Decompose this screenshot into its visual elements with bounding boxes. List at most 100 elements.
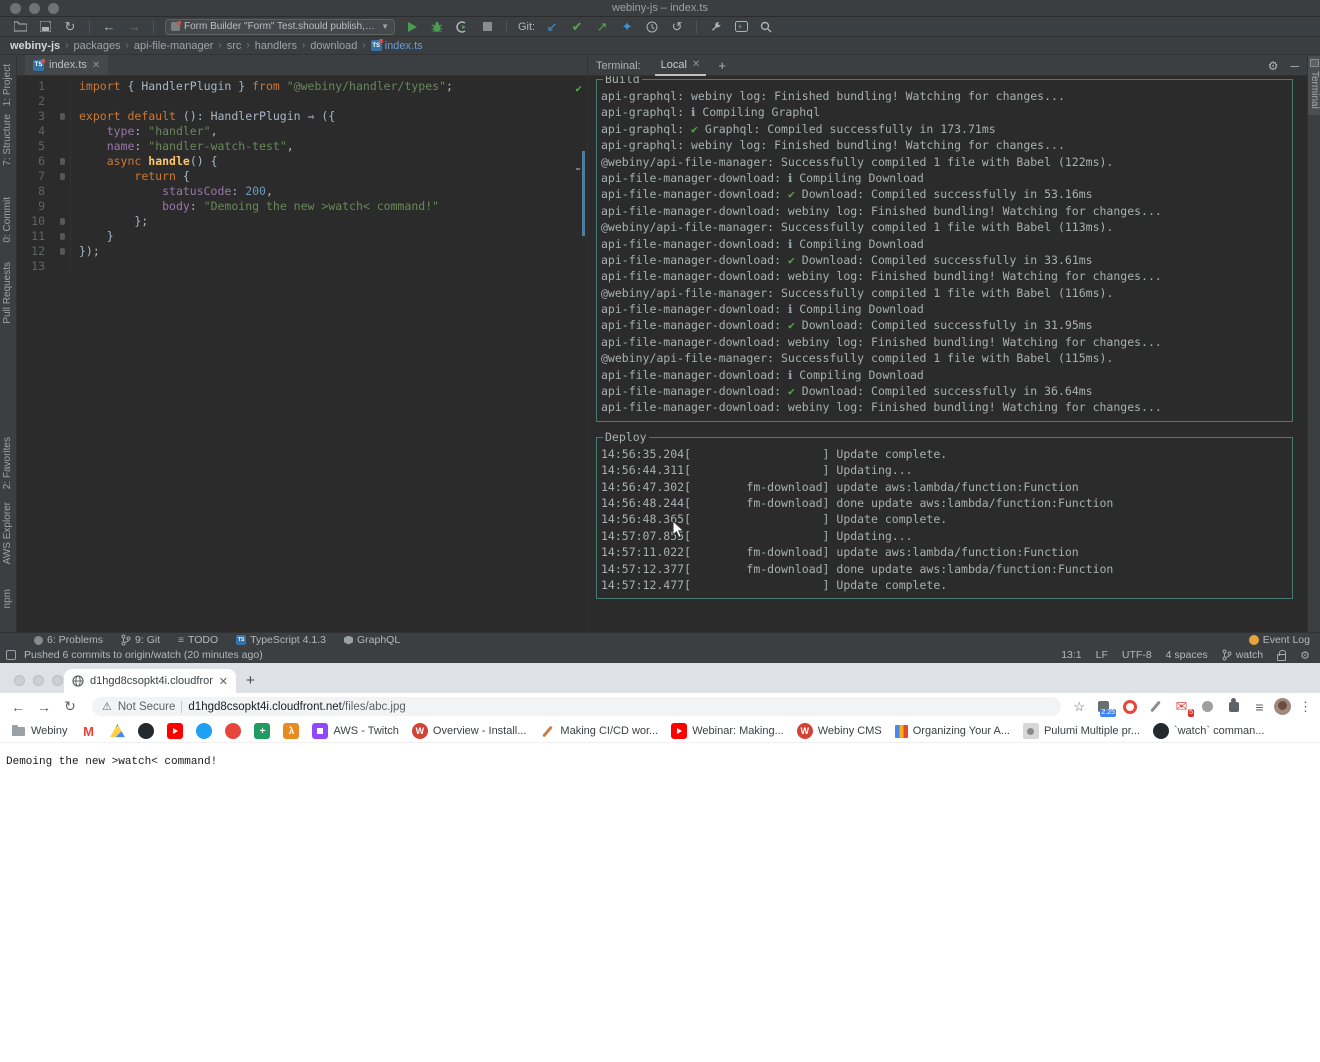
- save-icon[interactable]: [37, 19, 53, 35]
- bookmark-item[interactable]: [167, 723, 183, 739]
- stripe-item-todo[interactable]: ≡ TODO: [178, 634, 218, 646]
- breadcrumb-item[interactable]: handlers: [255, 40, 297, 52]
- bookmark-item[interactable]: AWS - Twitch: [312, 723, 398, 739]
- breadcrumb-item[interactable]: webiny-js: [10, 40, 60, 52]
- caret-position[interactable]: 13:1: [1061, 649, 1081, 661]
- bookmark-item[interactable]: M: [80, 723, 96, 739]
- adblock-extension-icon[interactable]: [1121, 698, 1138, 715]
- search-icon[interactable]: [758, 19, 774, 35]
- breadcrumb-item[interactable]: packages: [73, 40, 120, 52]
- breadcrumb-item[interactable]: src: [227, 40, 242, 52]
- color-picker-extension-icon[interactable]: [1147, 698, 1164, 715]
- mail-checker-extension-icon[interactable]: 5: [1173, 698, 1190, 715]
- stripe-item--structure[interactable]: 7: Structure: [2, 114, 13, 166]
- bookmark-item[interactable]: Organizing Your A...: [895, 725, 1010, 738]
- stop-button[interactable]: [479, 19, 495, 35]
- bookmark-item[interactable]: Webinar: Making...: [671, 723, 784, 739]
- stripe-item-graphql[interactable]: GraphQL: [344, 634, 400, 646]
- undo-icon[interactable]: ↺: [669, 19, 685, 35]
- bookmark-item[interactable]: +: [254, 723, 270, 739]
- bookmark-item[interactable]: [109, 723, 125, 739]
- stripe-item-typescript[interactable]: TS TypeScript 4.1.3: [236, 634, 326, 646]
- breadcrumb-item[interactable]: download: [310, 40, 357, 52]
- bookmark-item[interactable]: λ: [283, 723, 299, 739]
- terminal-settings-icon[interactable]: ⚙: [1268, 59, 1279, 73]
- lock-icon[interactable]: [1277, 654, 1286, 661]
- git-branch-widget[interactable]: watch: [1222, 649, 1263, 661]
- stripe-item-problems[interactable]: 6: Problems: [34, 634, 103, 646]
- reader-mode-icon[interactable]: [6, 650, 16, 660]
- bookmark-item[interactable]: WWebiny CMS: [797, 723, 882, 739]
- breadcrumb-item[interactable]: api-file-manager: [134, 40, 213, 52]
- tab-list-extension-icon[interactable]: [1251, 698, 1268, 715]
- bookmark-item[interactable]: Webiny: [10, 723, 67, 739]
- fold-marker[interactable]: [60, 233, 65, 240]
- back-icon[interactable]: ←: [101, 19, 117, 35]
- close-icon[interactable]: ✕: [219, 675, 228, 688]
- address-bar[interactable]: ⚠ Not Secure d1hgd8csopkt4i.cloudfront.n…: [92, 697, 1061, 716]
- reload-icon[interactable]: ↻: [60, 698, 80, 715]
- bookmark-item[interactable]: [196, 723, 212, 739]
- close-window-button[interactable]: [14, 675, 25, 686]
- minimize-window-button[interactable]: [33, 675, 44, 686]
- bookmark-item[interactable]: Making CI/CD wor...: [539, 723, 658, 739]
- fold-marker[interactable]: [60, 173, 65, 180]
- notes-extension-icon[interactable]: [1199, 698, 1216, 715]
- stripe-item-aws-explorer[interactable]: AWS Explorer: [2, 502, 13, 564]
- event-log-button[interactable]: Event Log: [1249, 634, 1310, 646]
- stripe-item--favorites[interactable]: 2: Favorites: [2, 437, 13, 489]
- puzzle-extension-icon[interactable]: [1225, 698, 1242, 715]
- forward-icon[interactable]: →: [34, 699, 54, 715]
- bookmark-item[interactable]: `watch` comman...: [1153, 723, 1264, 739]
- fold-marker[interactable]: [60, 158, 65, 165]
- forward-icon[interactable]: →: [126, 19, 142, 35]
- bookmark-item[interactable]: Pulumi Multiple pr...: [1023, 723, 1140, 739]
- fold-marker[interactable]: [60, 248, 65, 255]
- debug-button[interactable]: [429, 19, 445, 35]
- bookmark-item[interactable]: [225, 723, 241, 739]
- editor-scrollbar[interactable]: [582, 151, 585, 236]
- browser-tab[interactable]: d1hgd8csopkt4i.cloudfront.ne ✕: [64, 669, 236, 693]
- stripe-item-npm[interactable]: npm: [2, 589, 13, 608]
- editor-tab-index-ts[interactable]: TS index.ts ✕: [25, 55, 108, 75]
- wrench-icon[interactable]: [708, 19, 724, 35]
- stripe-item--project[interactable]: 1: Project: [2, 64, 13, 106]
- git-push-icon[interactable]: ↗: [594, 19, 610, 35]
- stripe-item-git[interactable]: 9: Git: [121, 634, 160, 646]
- run-button[interactable]: [404, 19, 420, 35]
- bookmark-star-icon[interactable]: ☆: [1073, 699, 1085, 715]
- line-separator[interactable]: LF: [1096, 649, 1108, 661]
- stripe-item-pull-requests[interactable]: Pull Requests: [2, 262, 13, 324]
- back-icon[interactable]: ←: [8, 699, 28, 715]
- new-terminal-button[interactable]: +: [718, 58, 726, 73]
- sync-icon[interactable]: ↻: [62, 19, 78, 35]
- history-icon[interactable]: [644, 19, 660, 35]
- fold-marker[interactable]: [60, 218, 65, 225]
- terminal-output[interactable]: Build api-graphql: webiny log: Finished …: [588, 76, 1307, 632]
- breadcrumb-item[interactable]: TSindex.ts: [371, 40, 423, 52]
- stripe-item--commit[interactable]: 0: Commit: [2, 197, 13, 243]
- zoom-window-button[interactable]: [52, 675, 63, 686]
- git-update-icon[interactable]: ↙: [544, 19, 560, 35]
- indent-setting[interactable]: 4 spaces: [1166, 649, 1208, 661]
- close-icon[interactable]: ✕: [692, 59, 700, 70]
- close-icon[interactable]: ✕: [92, 60, 100, 71]
- terminal-tab-local[interactable]: Local ✕: [655, 56, 707, 76]
- open-folder-icon[interactable]: [12, 19, 28, 35]
- file-encoding[interactable]: UTF-8: [1122, 649, 1152, 661]
- inspections-ok-icon[interactable]: ✔: [575, 81, 582, 96]
- profile-avatar[interactable]: [1274, 698, 1291, 715]
- run-anything-icon[interactable]: [733, 19, 749, 35]
- run-configuration-select[interactable]: Form Builder "Form" Test.should publish,…: [165, 19, 395, 35]
- git-commit-icon[interactable]: ✔: [569, 19, 585, 35]
- gear-icon[interactable]: ⚙: [1300, 649, 1310, 662]
- bookmark-item[interactable]: [138, 723, 154, 739]
- coverage-button[interactable]: [454, 19, 470, 35]
- fold-marker[interactable]: [60, 113, 65, 120]
- load-timer-extension-icon[interactable]: 2.25: [1095, 698, 1112, 715]
- git-sync-icon[interactable]: ✦: [619, 19, 635, 35]
- bookmark-item[interactable]: WOverview - Install...: [412, 723, 527, 739]
- menu-dots-icon[interactable]: ⋮: [1299, 699, 1312, 715]
- code-editor[interactable]: 1import { HandlerPlugin } from "@webiny/…: [17, 76, 587, 632]
- new-tab-button[interactable]: +: [246, 673, 255, 688]
